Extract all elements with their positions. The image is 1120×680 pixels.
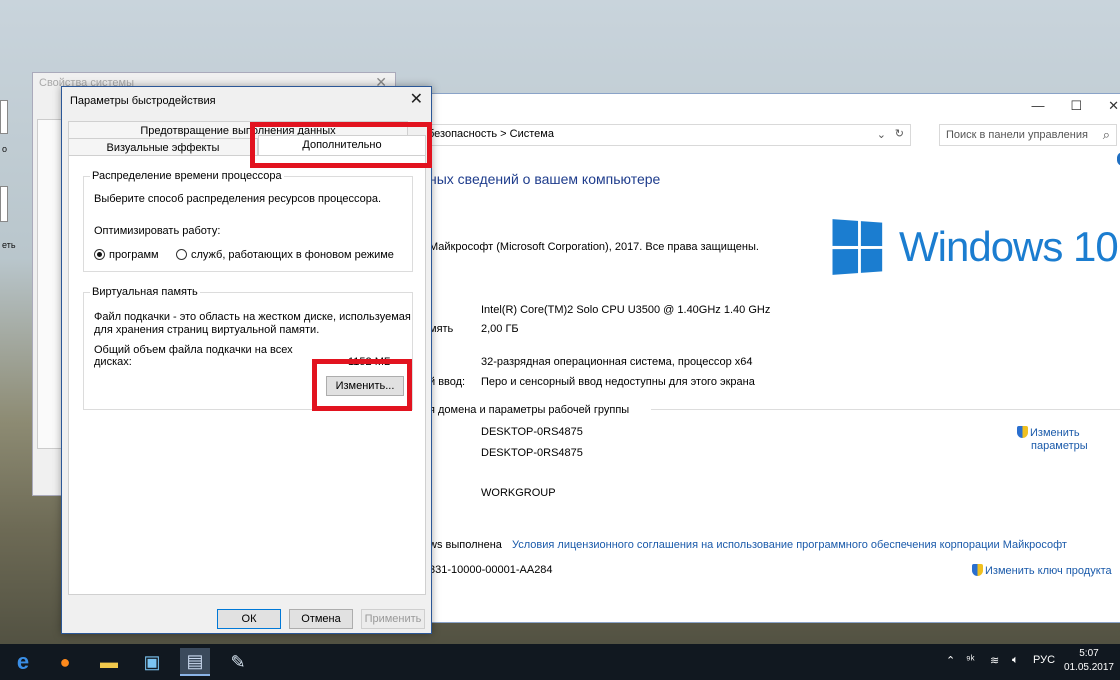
breadcrumb: безопасность > Система xyxy=(428,128,554,140)
chevron-up-icon[interactable]: ⌃ xyxy=(946,654,955,667)
product-id-value: 331-10000-00001-AA284 xyxy=(429,564,553,576)
full-name-value: DESKTOP-0RS4875 xyxy=(481,447,583,459)
chevron-down-icon[interactable]: ⌄ xyxy=(877,128,886,141)
cpu-scheduling-group: Распределение времени процессора Выберит… xyxy=(83,170,413,272)
change-settings-link[interactable]: Изменить параметры xyxy=(1017,426,1088,453)
properties-tab-panel xyxy=(37,119,63,449)
clock-date: 01.05.2017 xyxy=(1063,662,1114,673)
tab-visual-effects[interactable]: Визуальные эффекты xyxy=(68,138,258,156)
firefox-icon[interactable]: ● xyxy=(50,648,80,676)
network-icon[interactable]: ⁹ᵏ xyxy=(966,654,974,666)
change-product-key-link[interactable]: Изменить ключ продукта xyxy=(972,564,1112,577)
taskbar: e ● ▬ ▣ ▤ ✎ ⌃ ⁹ᵏ ≋ 🔈︎ РУС 5:07 01.05.201… xyxy=(0,644,1120,680)
radio-selected-icon[interactable] xyxy=(94,249,105,260)
search-icon[interactable]: ⌕ xyxy=(1103,127,1110,143)
processor-value: Intel(R) Core(TM)2 Solo CPU U3500 @ 1.40… xyxy=(481,304,771,316)
workgroup-value: WORKGROUP xyxy=(481,487,556,499)
optimize-label: Оптимизировать работу: xyxy=(94,225,221,237)
search-placeholder: Поиск в панели управления xyxy=(946,129,1088,141)
radio-background-services[interactable]: служб, работающих в фоновом режиме xyxy=(176,249,394,261)
file-explorer-icon[interactable]: ▬ xyxy=(94,648,124,676)
wifi-icon[interactable]: ≋ xyxy=(990,654,999,667)
vm-total-label-line1: Общий объем файла подкачки на всех xyxy=(94,344,293,356)
edge-browser-icon[interactable]: e xyxy=(8,648,38,676)
apply-button[interactable]: Применить xyxy=(361,609,425,629)
cpu-description: Выберите способ распределения ресурсов п… xyxy=(94,193,382,205)
license-terms-link[interactable]: Условия лицензионного соглашения на испо… xyxy=(512,539,1067,551)
copyright-text: Майкрософт (Microsoft Corporation), 2017… xyxy=(429,241,759,253)
radio-programs[interactable]: программ xyxy=(94,249,159,261)
cancel-button[interactable]: Отмена xyxy=(289,609,353,629)
system-clock[interactable]: 5:07 01.05.2017 xyxy=(1064,647,1114,675)
input-language-indicator[interactable]: РУС xyxy=(1033,654,1055,666)
uac-shield-icon xyxy=(972,564,983,576)
computer-name-value: DESKTOP-0RS4875 xyxy=(481,426,583,438)
clock-time: 5:07 xyxy=(1079,648,1099,659)
address-bar[interactable]: безопасность > Система ⌄ ↻ xyxy=(421,124,911,146)
activation-status: ws выполнена xyxy=(429,539,502,551)
group-legend: Виртуальная память xyxy=(90,286,200,298)
volume-icon[interactable]: 🔈︎ xyxy=(1012,654,1019,667)
system-window: — ☐ ✕ безопасность > Система ⌄ ↻ Поиск в… xyxy=(420,93,1120,623)
dialog-title: Параметры быстродействия xyxy=(70,95,216,107)
highlight-advanced-tab xyxy=(250,122,432,168)
memory-value: 2,00 ГБ xyxy=(481,323,519,335)
paint-app-icon[interactable]: ✎ xyxy=(223,648,253,676)
memory-label: мять xyxy=(429,323,454,335)
radio-unselected-icon[interactable] xyxy=(176,249,187,260)
vm-description-line2: для хранения страниц виртуальной памяти. xyxy=(94,324,320,336)
vm-description-line1: Файл подкачки - это область на жестком д… xyxy=(94,311,411,323)
section-divider xyxy=(651,409,1120,410)
maximize-icon[interactable]: ☐ xyxy=(1070,98,1082,114)
refresh-icon[interactable]: ↻ xyxy=(895,127,904,140)
minimize-icon[interactable]: — xyxy=(1031,98,1044,114)
search-input[interactable]: Поиск в панели управления ⌕ xyxy=(939,124,1117,146)
window-caption-buttons: — ☐ ✕ xyxy=(1031,98,1119,114)
desktop-icon-fragment[interactable] xyxy=(0,100,8,134)
windows-logo-text: Windows 10 xyxy=(899,223,1119,270)
windows-logo: Windows 10 xyxy=(832,219,1119,275)
pen-input-value: Перо и сенсорный ввод недоступны для это… xyxy=(481,376,755,388)
desktop-label: о xyxy=(2,144,8,154)
uac-shield-icon xyxy=(1017,426,1028,438)
desktop-label: еть xyxy=(2,240,16,250)
close-icon[interactable]: ✕ xyxy=(410,89,423,109)
system-settings-taskbar-icon[interactable]: ▤ xyxy=(180,648,210,676)
desktop-icon-fragment[interactable] xyxy=(0,186,8,222)
close-icon[interactable]: ✕ xyxy=(1108,98,1119,114)
store-app-icon[interactable]: ▣ xyxy=(137,648,167,676)
pen-input-label: й ввод: xyxy=(429,376,466,388)
domain-section-heading: я домена и параметры рабочей группы xyxy=(429,404,630,416)
windows-flag-icon xyxy=(832,219,883,275)
highlight-change-button xyxy=(312,359,412,411)
group-legend: Распределение времени процессора xyxy=(90,170,284,182)
vm-total-label-line2: дисках: xyxy=(94,356,132,368)
ok-button[interactable]: ОК xyxy=(217,609,281,629)
system-type-value: 32-разрядная операционная система, проце… xyxy=(481,356,753,368)
page-title: ных сведений о вашем компьютере xyxy=(429,171,661,187)
